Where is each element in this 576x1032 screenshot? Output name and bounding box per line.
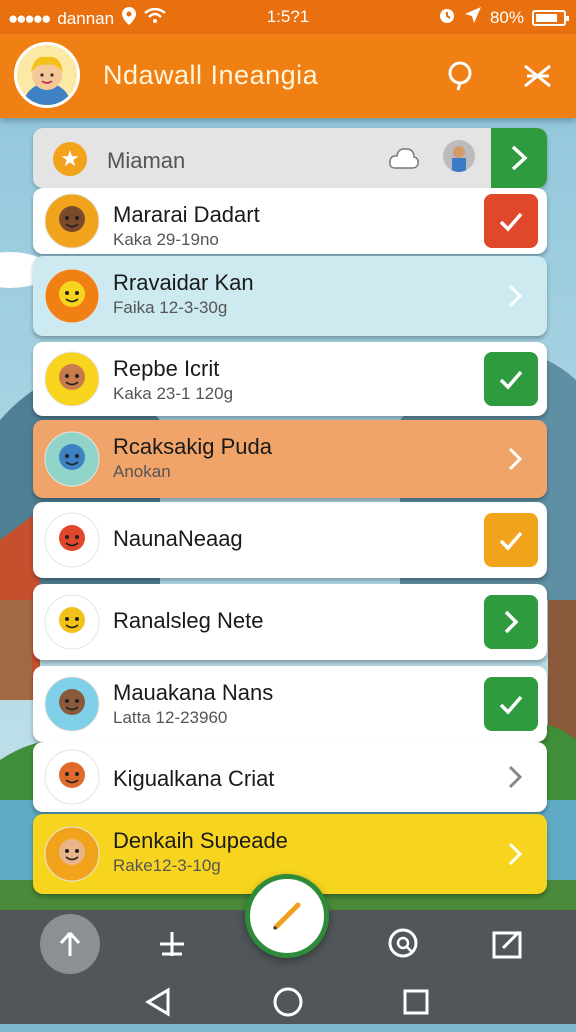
- circle-home-icon: [273, 987, 303, 1017]
- list-item[interactable]: NaunaNeaag: [33, 502, 547, 578]
- confirm-button[interactable]: [484, 352, 538, 406]
- checkmark-icon: [499, 212, 523, 232]
- search-icon: [448, 61, 472, 91]
- list-item-subtitle: Kaka 23-1 120g: [113, 384, 234, 403]
- list-item-name: Mauakana Nans: [113, 680, 274, 705]
- battery-icon: [532, 9, 569, 26]
- page-title: Ndawall Ineangia: [103, 60, 319, 90]
- chevron-right-icon[interactable]: [505, 841, 525, 867]
- list-item-name: NaunaNeaag: [113, 526, 243, 551]
- nav-home-button[interactable]: [258, 972, 318, 1032]
- list-item[interactable]: Mararai Dadart Kaka 29-19no: [33, 188, 547, 254]
- back-up-button[interactable]: [40, 914, 100, 974]
- search-row[interactable]: ★ Miaman: [33, 128, 547, 188]
- cloud-icon[interactable]: [389, 144, 419, 177]
- tools-avatar-icon: [44, 193, 100, 249]
- search-button[interactable]: [440, 56, 480, 96]
- checkmark-icon: [499, 695, 523, 715]
- chevron-right-icon[interactable]: [505, 446, 525, 472]
- chat-search-icon: [388, 928, 418, 958]
- chevron-right-icon[interactable]: [505, 764, 525, 790]
- status-bar: ●●●●● dannan 1:5?1 80%: [0, 0, 576, 34]
- bird-avatar-icon: [44, 594, 100, 650]
- chevron-right-icon[interactable]: [505, 283, 525, 309]
- list-item[interactable]: Kigualkana Criat: [33, 742, 547, 812]
- toys-avatar-icon: [44, 431, 100, 487]
- list-item[interactable]: Rcaksakig Puda Anokan: [33, 420, 547, 498]
- list-item-name: Mararai Dadart: [113, 202, 260, 227]
- triangle-back-icon: [145, 987, 170, 1017]
- confirm-button[interactable]: [484, 194, 538, 248]
- list-item-subtitle: Anokan: [113, 462, 171, 481]
- battery-percent: 80%: [489, 7, 524, 27]
- list-item-name: Rravaidar Kan: [113, 270, 254, 295]
- profile-avatar[interactable]: [14, 42, 80, 108]
- checkmark-icon: [499, 370, 523, 390]
- crossed-arrows-icon: [524, 64, 551, 88]
- list-item-name: Denkaih Supeade: [113, 828, 288, 853]
- list-item-name: Repbe Icrit: [113, 356, 220, 381]
- chat-search-button[interactable]: [374, 914, 434, 974]
- cat-avatar-icon: [44, 268, 100, 324]
- search-go-button[interactable]: [491, 128, 547, 188]
- list-item[interactable]: Repbe Icrit Kaka 23-1 120g: [33, 342, 547, 416]
- square-recents-icon: [403, 989, 429, 1015]
- alarm-icon: [438, 6, 456, 29]
- list-item-name: Ranalsleg Nete: [113, 608, 264, 633]
- list-item-subtitle: Latta 12-23960: [113, 708, 228, 727]
- pencil-icon: [272, 902, 301, 931]
- list-item-name: Kigualkana Criat: [113, 766, 275, 791]
- list-item[interactable]: Ranalsleg Nete: [33, 584, 547, 660]
- search-text: Miaman: [107, 148, 186, 173]
- confirm-button[interactable]: [484, 677, 538, 731]
- chevron-right-icon: [504, 610, 519, 634]
- list-item[interactable]: Rravaidar Kan Faika 12-3-30g: [33, 256, 547, 336]
- girl-avatar-icon: [44, 826, 100, 882]
- checkmark-icon: [499, 531, 523, 551]
- sun-avatar-icon: [44, 749, 100, 805]
- boy-avatar-icon: [44, 351, 100, 407]
- floating-edit-button[interactable]: [245, 874, 329, 958]
- compose-button[interactable]: [478, 914, 538, 974]
- return-up-icon: [59, 931, 81, 956]
- chevron-right-icon: [511, 145, 528, 171]
- user-avatar-small-icon[interactable]: [443, 140, 475, 172]
- app-header: Ndawall Ineangia: [0, 34, 576, 118]
- list-item-name: Rcaksakig Puda: [113, 434, 272, 459]
- add-button[interactable]: [142, 914, 202, 974]
- cake-avatar-icon: [44, 512, 100, 568]
- navigation-arrow-icon: [464, 6, 482, 29]
- nav-recents-button[interactable]: [386, 972, 446, 1032]
- edit-box-icon: [492, 930, 522, 959]
- star-icon: ★: [53, 142, 87, 176]
- list-item-subtitle: Kaka 29-19no: [113, 230, 219, 249]
- kid-avatar-icon: [44, 676, 100, 732]
- list-item[interactable]: Mauakana Nans Latta 12-23960: [33, 666, 547, 742]
- confirm-button[interactable]: [484, 513, 538, 567]
- list-item-subtitle: Rake12-3-10g: [113, 856, 221, 875]
- list-item-subtitle: Faika 12-3-30g: [113, 298, 228, 317]
- nav-back-button[interactable]: [128, 972, 188, 1032]
- plus-icon: [160, 932, 184, 956]
- open-button[interactable]: [484, 595, 538, 649]
- menu-button[interactable]: [518, 56, 558, 96]
